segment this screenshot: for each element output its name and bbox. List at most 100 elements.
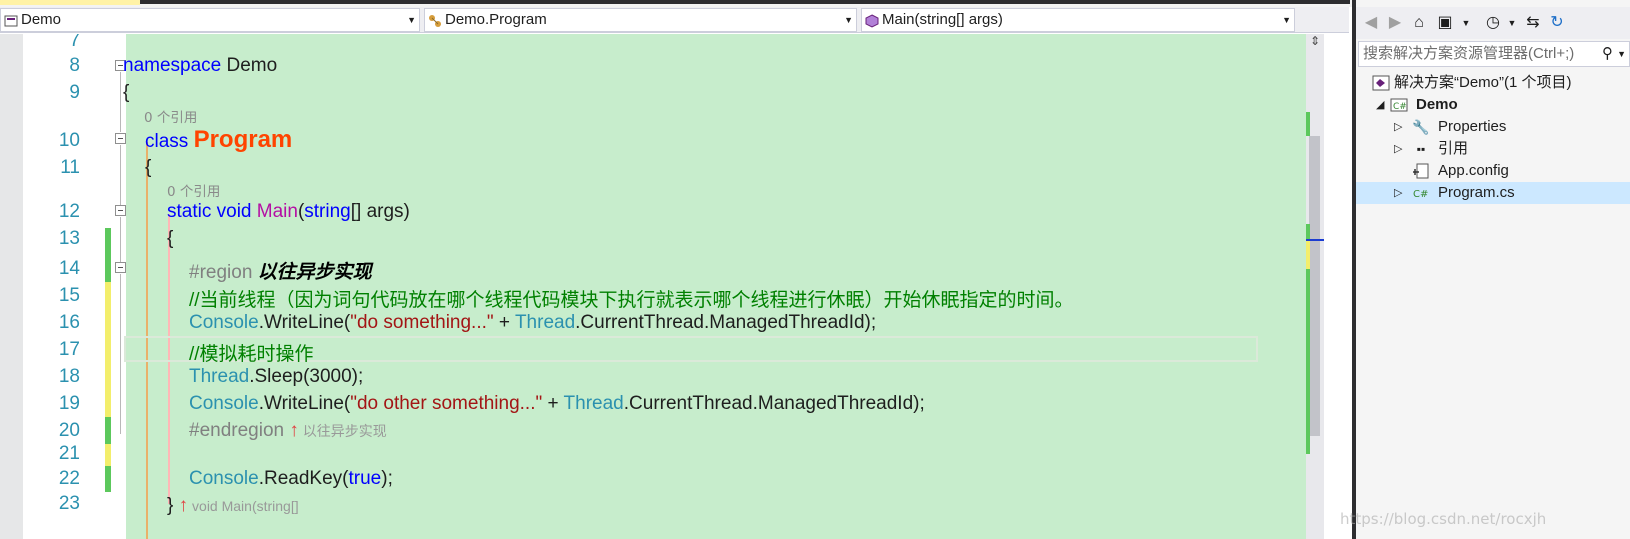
code-line-10: class Program xyxy=(145,126,292,154)
tree-item-references[interactable]: ▷ ▪▪ 引用 xyxy=(1356,138,1630,160)
fold-guide xyxy=(120,217,121,262)
keyword: class xyxy=(145,131,194,152)
tree-item-program-cs[interactable]: ▷ C# Program.cs xyxy=(1356,182,1630,204)
codelens-references[interactable]: 0 个引用 xyxy=(167,180,220,200)
type-name: Console xyxy=(189,468,259,489)
navigation-bar: Demo ▼ Demo.Program ▼ Main(string[] args… xyxy=(0,7,1349,33)
change-marker-saved xyxy=(105,417,111,444)
code-line-8: namespace Demo xyxy=(123,55,277,77)
fold-guide xyxy=(120,274,121,434)
tree-item-label: 引用 xyxy=(1438,140,1469,157)
class-name: Program xyxy=(193,126,293,153)
line-number: 22 xyxy=(58,468,80,489)
code-editor[interactable]: 7 8 9 10 11 12 13 14 15 16 17 18 19 20 2… xyxy=(0,34,1324,539)
code-line-17: //模拟耗时操作 xyxy=(189,339,314,366)
collapse-toggle[interactable] xyxy=(115,133,126,144)
overview-change-mark xyxy=(1306,269,1310,284)
vertical-scrollbar[interactable] xyxy=(1306,34,1324,539)
chevron-down-icon[interactable]: ▼ xyxy=(1617,42,1626,66)
chevron-down-icon[interactable]: ▼ xyxy=(1501,12,1523,34)
comment: //当前线程（因为词句代码放在哪个线程代码模块下执行就表示哪个线程进行休眠）开始… xyxy=(189,290,1074,311)
collapse-toggle[interactable] xyxy=(115,205,126,216)
switch-views-icon[interactable]: ▣ xyxy=(1434,12,1456,34)
code-text: + xyxy=(542,393,564,414)
chevron-down-icon[interactable]: ▼ xyxy=(1455,12,1477,34)
structure-hint: 以往异步实现 xyxy=(298,423,387,439)
code-line-9: { xyxy=(123,82,130,103)
wrench-icon: 🔧 xyxy=(1412,119,1430,135)
line-number: 19 xyxy=(58,393,80,414)
tree-item-project[interactable]: ◢ C# Demo xyxy=(1356,94,1630,116)
split-editor-icon[interactable]: ⇕ xyxy=(1306,34,1324,52)
code-line-23: } ↑ void Main(string[] xyxy=(167,495,299,517)
overview-change-mark xyxy=(1306,239,1310,269)
line-number: 17 xyxy=(58,339,80,360)
type-name: Thread xyxy=(514,312,576,333)
tree-item-app-config[interactable]: App.config xyxy=(1356,160,1630,182)
up-arrow-icon: ↑ xyxy=(173,495,189,516)
line-number: 21 xyxy=(58,443,80,464)
class-dropdown-label: Demo.Program xyxy=(445,11,547,28)
type-name: Console xyxy=(189,393,259,414)
tree-item-properties[interactable]: ▷ 🔧 Properties xyxy=(1356,116,1630,138)
project-icon xyxy=(4,13,18,27)
line-number: 23 xyxy=(58,493,80,514)
code-text: .WriteLine( xyxy=(258,312,351,333)
tree-item-solution[interactable]: 解决方案“Demo”(1 个项目) xyxy=(1356,72,1630,94)
collapse-toggle[interactable] xyxy=(115,262,126,273)
search-icon[interactable]: ⚲ xyxy=(1602,42,1613,66)
caret-position-mark xyxy=(1306,239,1324,241)
type-name: Thread xyxy=(189,366,250,387)
preprocessor: #endregion xyxy=(189,420,285,441)
member-dropdown[interactable]: Main(string[] args) ▼ xyxy=(861,8,1295,32)
code-text-area[interactable]: namespace Demo { 0 个引用 class Program { 0… xyxy=(123,34,1306,539)
code-text: .CurrentThread.ManagedThreadId); xyxy=(575,312,877,333)
type-name: Thread xyxy=(563,393,624,414)
line-number: 7 xyxy=(69,34,80,51)
line-number: 15 xyxy=(58,285,80,306)
back-icon[interactable]: ◀ xyxy=(1360,12,1382,34)
search-placeholder: 搜索解决方案资源管理器(Ctrl+;) xyxy=(1363,45,1575,62)
code-line-11: { xyxy=(145,157,152,178)
expand-triangle-icon[interactable]: ▷ xyxy=(1394,138,1402,160)
line-numbers: 7 8 9 10 11 12 13 14 15 16 17 18 19 20 2… xyxy=(30,34,82,539)
change-marker-saved xyxy=(105,466,111,492)
overview-change-mark xyxy=(1306,224,1310,239)
keyword: void xyxy=(216,201,257,222)
collapse-triangle-icon[interactable]: ◢ xyxy=(1376,94,1384,116)
title-strip-dark xyxy=(140,0,1350,4)
identifier: Demo xyxy=(221,55,278,76)
class-dropdown[interactable]: Demo.Program ▼ xyxy=(424,8,857,32)
up-arrow-icon: ↑ xyxy=(284,420,299,441)
refresh-icon[interactable]: ↻ xyxy=(1546,12,1568,34)
home-icon[interactable]: ⌂ xyxy=(1408,12,1430,34)
svg-text:C#: C# xyxy=(1413,189,1428,200)
keyword: static xyxy=(167,201,217,222)
sync-icon[interactable]: ⇆ xyxy=(1522,12,1544,34)
fold-guide xyxy=(120,72,121,132)
member-dropdown-label: Main(string[] args) xyxy=(882,11,1003,28)
line-number: 14 xyxy=(58,258,80,279)
type-name: Console xyxy=(189,312,259,333)
solution-search-input[interactable]: 搜索解决方案资源管理器(Ctrl+;) ⚲ ▼ xyxy=(1358,41,1630,67)
code-text: ); xyxy=(381,468,393,489)
svg-text:C#: C# xyxy=(1393,102,1407,112)
fold-guide xyxy=(120,145,121,205)
project-dropdown[interactable]: Demo ▼ xyxy=(0,8,420,32)
csharp-project-icon: C# xyxy=(1390,97,1408,113)
scroll-thumb[interactable] xyxy=(1309,136,1320,436)
code-text: .Sleep(3000); xyxy=(249,366,364,387)
line-number: 10 xyxy=(58,130,80,151)
preprocessor: #region xyxy=(189,262,258,283)
code-text: .CurrentThread.ManagedThreadId); xyxy=(623,393,925,414)
expand-triangle-icon[interactable]: ▷ xyxy=(1394,116,1402,138)
solution-icon xyxy=(1372,75,1390,91)
references-icon: ▪▪ xyxy=(1416,142,1426,156)
solution-explorer: ◀ ▶ ⌂ ▣ ▼ ◷ ▼ ⇆ ↻ 搜索解决方案资源管理器(Ctrl+;) ⚲ … xyxy=(1352,0,1630,539)
expand-triangle-icon[interactable]: ▷ xyxy=(1394,182,1402,204)
line-number: 18 xyxy=(58,366,80,387)
codelens-references[interactable]: 0 个引用 xyxy=(144,106,197,126)
forward-icon[interactable]: ▶ xyxy=(1384,12,1406,34)
code-text: .ReadKey( xyxy=(258,468,349,489)
overview-change-mark xyxy=(1306,112,1310,136)
